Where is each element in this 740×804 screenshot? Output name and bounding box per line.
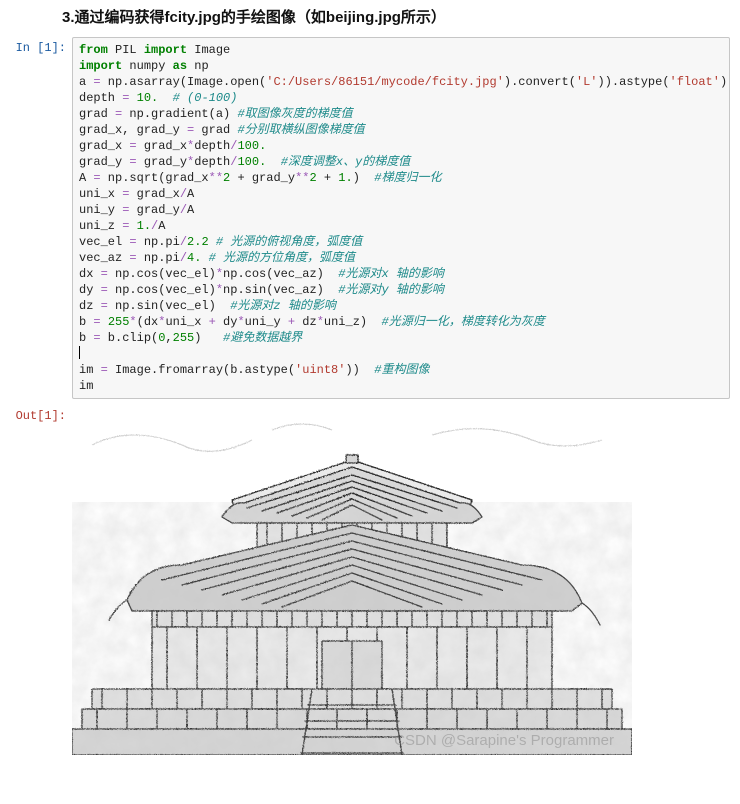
code-line: a = np.asarray(Image.open('C:/Users/8615… bbox=[79, 74, 723, 90]
code-line: grad_y = grad_y*depth/100. #深度调整x、y的梯度值 bbox=[79, 154, 723, 170]
output-image: CSDN @Sarapine's Programmer bbox=[72, 405, 632, 755]
code-line: grad = np.gradient(a) #取图像灰度的梯度值 bbox=[79, 106, 723, 122]
page: 3.通过编码获得fcity.jpg的手绘图像（如beijing.jpg所示） I… bbox=[0, 0, 740, 761]
cursor-icon bbox=[79, 346, 80, 359]
sketch-image-icon bbox=[72, 405, 632, 755]
code-line: uni_y = grad_y/A bbox=[79, 202, 723, 218]
notebook-input-row: In [1]: from PIL import Image import num… bbox=[0, 37, 740, 405]
code-line bbox=[79, 346, 723, 362]
code-line: vec_el = np.pi/2.2 # 光源的俯视角度，弧度值 bbox=[79, 234, 723, 250]
notebook-output-row: Out[1]: bbox=[0, 405, 740, 761]
output-prompt: Out[1]: bbox=[0, 405, 72, 423]
code-line: vec_az = np.pi/4. # 光源的方位角度，弧度值 bbox=[79, 250, 723, 266]
code-line: dy = np.cos(vec_el)*np.sin(vec_az) #光源对y… bbox=[79, 282, 723, 298]
input-prompt: In [1]: bbox=[0, 37, 72, 55]
code-line: dx = np.cos(vec_el)*np.cos(vec_az) #光源对x… bbox=[79, 266, 723, 282]
code-line: im bbox=[79, 378, 723, 394]
code-line: b = 255*(dx*uni_x + dy*uni_y + dz*uni_z)… bbox=[79, 314, 723, 330]
code-line: dz = np.sin(vec_el) #光源对z 轴的影响 bbox=[79, 298, 723, 314]
code-line: depth = 10. # (0-100) bbox=[79, 90, 723, 106]
code-line: grad_x = grad_x*depth/100. bbox=[79, 138, 723, 154]
code-line: A = np.sqrt(grad_x**2 + grad_y**2 + 1.) … bbox=[79, 170, 723, 186]
code-line: im = Image.fromarray(b.astype('uint8')) … bbox=[79, 362, 723, 378]
code-line: uni_x = grad_x/A bbox=[79, 186, 723, 202]
code-line: b = b.clip(0,255) #避免数据越界 bbox=[79, 330, 723, 346]
code-line: from PIL import Image bbox=[79, 42, 723, 58]
code-line: grad_x, grad_y = grad #分别取横纵图像梯度值 bbox=[79, 122, 723, 138]
code-line: import numpy as np bbox=[79, 58, 723, 74]
section-heading: 3.通过编码获得fcity.jpg的手绘图像（如beijing.jpg所示） bbox=[0, 0, 740, 37]
code-cell[interactable]: from PIL import Image import numpy as np… bbox=[72, 37, 730, 399]
code-line: uni_z = 1./A bbox=[79, 218, 723, 234]
